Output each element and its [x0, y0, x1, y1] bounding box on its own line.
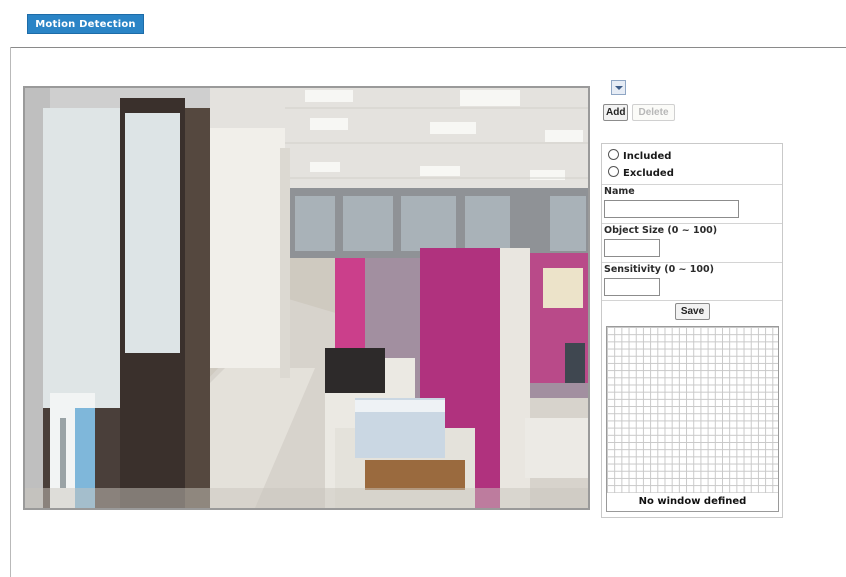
excluded-option[interactable]: Excluded [608, 166, 674, 180]
divider [602, 300, 782, 301]
name-label: Name [604, 186, 635, 197]
included-label: Included [623, 151, 672, 162]
included-option[interactable]: Included [608, 149, 671, 163]
camera-scene-image [25, 88, 588, 508]
chevron-down-icon [615, 86, 623, 90]
excluded-label: Excluded [623, 168, 674, 179]
sensitivity-field[interactable] [604, 278, 660, 296]
window-settings-panel: Included Excluded Name Object Size (0 ~ … [601, 143, 783, 518]
divider [602, 262, 782, 263]
divider [602, 184, 782, 185]
sensitivity-label: Sensitivity (0 ~ 100) [604, 264, 714, 275]
header-divider [10, 47, 846, 48]
object-size-field[interactable] [604, 239, 660, 257]
add-window-button[interactable]: Add [603, 104, 628, 121]
save-button[interactable]: Save [675, 303, 710, 320]
name-field[interactable] [604, 200, 739, 218]
window-select-dropdown[interactable] [611, 80, 626, 95]
excluded-radio[interactable] [608, 166, 619, 177]
page-title: Motion Detection [27, 14, 144, 34]
grid-status-message: No window defined [607, 493, 778, 511]
delete-window-button[interactable]: Delete [632, 104, 675, 121]
included-radio[interactable] [608, 149, 619, 160]
divider [602, 223, 782, 224]
object-size-label: Object Size (0 ~ 100) [604, 225, 718, 236]
camera-preview[interactable] [23, 86, 590, 510]
motion-window-grid[interactable]: No window defined [606, 326, 779, 512]
content-border [10, 47, 11, 577]
